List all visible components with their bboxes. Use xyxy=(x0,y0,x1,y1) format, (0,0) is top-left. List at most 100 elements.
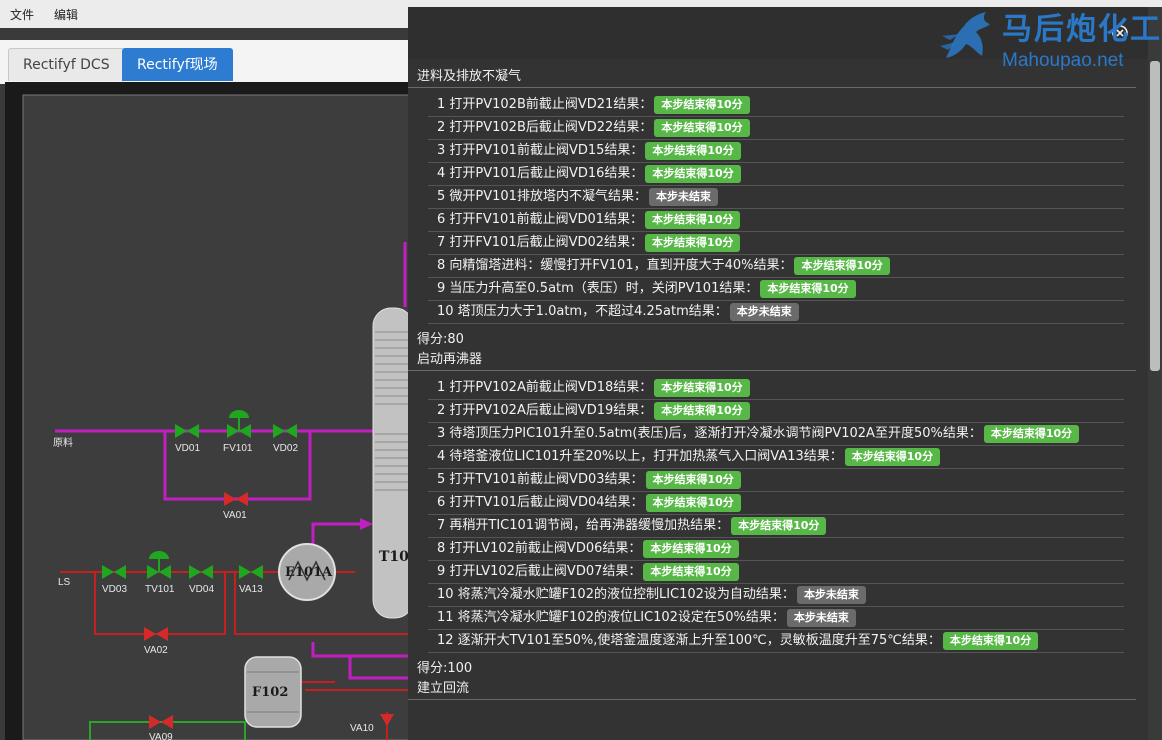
label-vd04: VD04 xyxy=(189,584,214,595)
step-text: 4 打开PV101后截止阀VD16结果： xyxy=(437,166,644,181)
tab-dcs[interactable]: Rectifyf DCS xyxy=(8,48,125,81)
step-text: 10 将蒸汽冷凝水贮罐F102的液位控制LIC102设为自动结果： xyxy=(437,587,795,602)
step-text: 2 打开PV102B后截止阀VD22结果： xyxy=(437,120,653,135)
step-text: 3 打开PV101前截止阀VD15结果： xyxy=(437,143,644,158)
status-badge-done: 本步结束得10分 xyxy=(654,95,750,114)
status-badge-done: 本步结束得10分 xyxy=(654,378,750,397)
menu-edit[interactable]: 编辑 xyxy=(54,6,78,23)
status-badge-done: 本步结束得10分 xyxy=(983,424,1080,443)
menu-file[interactable]: 文件 xyxy=(10,6,34,23)
step-row: 12 逐渐开大TV101至50%,使塔釜温度逐渐上升至100℃，灵敏板温度升至7… xyxy=(428,630,1124,653)
section-score: 得分:100 xyxy=(417,661,473,676)
horse-logo-icon xyxy=(940,12,990,58)
step-text: 9 当压力升高至0.5atm（表压）时，关闭PV101结果： xyxy=(437,281,759,296)
status-badge-pending: 本步未结束 xyxy=(648,187,718,206)
status-badge-pending: 本步未结束 xyxy=(729,302,799,321)
step-row: 8 打开LV102前截止阀VD06结果： 本步结束得10分 xyxy=(428,538,1124,561)
status-badge-done: 本步结束得10分 xyxy=(794,256,890,275)
status-badge-done: 本步结束得10分 xyxy=(645,141,741,160)
step-text: 4 待塔釜液位LIC101升至20%以上，打开加热蒸气入口阀VA13结果： xyxy=(437,449,843,464)
section-title: 建立回流 xyxy=(408,679,1136,700)
step-text: 5 微开PV101排放塔内不凝气结果： xyxy=(437,189,647,204)
step-row: 1 打开PV102B前截止阀VD21结果： 本步结束得10分 xyxy=(428,94,1124,117)
section-title: 启动再沸器 xyxy=(408,350,1136,371)
process-flow-svg: 原料 LS VD01 FV101 VD02 VA01 VD03 TV101 VD… xyxy=(22,94,410,740)
step-text: 7 打开FV101后截止阀VD02结果： xyxy=(437,235,644,250)
status-badge-done: 本步结束得10分 xyxy=(643,539,739,558)
step-text: 10 塔顶压力大于1.0atm，不超过4.25atm结果： xyxy=(437,304,728,319)
step-row: 9 打开LV102后截止阀VD07结果： 本步结束得10分 xyxy=(428,561,1124,584)
status-badge-done: 本步结束得10分 xyxy=(645,470,741,489)
label-va01: VA01 xyxy=(223,510,247,521)
step-text: 1 打开PV102A前截止阀VD18结果： xyxy=(437,380,653,395)
column-t101[interactable] xyxy=(372,307,410,619)
step-row: 6 打开TV101后截止阀VD04结果： 本步结束得10分 xyxy=(428,492,1124,515)
section-score: 得分:80 xyxy=(417,332,464,347)
step-text: 2 打开PV102A后截止阀VD19结果： xyxy=(437,403,653,418)
diagram-canvas xyxy=(22,94,410,740)
label-e101a: E101A xyxy=(285,565,333,580)
step-row: 6 打开FV101前截止阀VD01结果： 本步结束得10分 xyxy=(428,209,1124,232)
step-row: 11 将蒸汽冷凝水贮罐F102的液位LIC102设定在50%结果： 本步未结束 xyxy=(428,607,1124,630)
status-badge-done: 本步结束得10分 xyxy=(645,164,741,183)
status-badge-done: 本步结束得10分 xyxy=(731,516,827,535)
label-va09: VA09 xyxy=(149,732,173,740)
label-feed: 原料 xyxy=(53,436,73,449)
label-vd01: VD01 xyxy=(175,443,200,454)
status-badge-done: 本步结束得10分 xyxy=(645,233,741,252)
step-text: 11 将蒸汽冷凝水贮罐F102的液位LIC102设定在50%结果： xyxy=(437,610,785,625)
step-text: 3 待塔顶压力PIC101升至0.5atm(表压)后，逐渐打开冷凝水调节阀PV1… xyxy=(437,426,982,441)
step-row: 8 向精馏塔进料：缓慢打开FV101，直到开度大于40%结果： 本步结束得10分 xyxy=(428,255,1124,278)
label-va02: VA02 xyxy=(144,645,168,656)
status-badge-done: 本步结束得10分 xyxy=(645,493,741,512)
step-text: 6 打开FV101前截止阀VD01结果： xyxy=(437,212,644,227)
step-row: 2 打开PV102A后截止阀VD19结果： 本步结束得10分 xyxy=(428,400,1124,423)
status-badge-done: 本步结束得10分 xyxy=(844,447,941,466)
step-row: 5 打开TV101前截止阀VD03结果： 本步结束得10分 xyxy=(428,469,1124,492)
step-text: 1 打开PV102B前截止阀VD21结果： xyxy=(437,97,653,112)
label-f102: F102 xyxy=(252,685,288,700)
label-va10: VA10 xyxy=(350,723,374,734)
step-row: 4 待塔釜液位LIC101升至20%以上，打开加热蒸气入口阀VA13结果： 本步结… xyxy=(428,446,1124,469)
label-va13: VA13 xyxy=(239,584,263,595)
label-vd03: VD03 xyxy=(102,584,127,595)
step-text: 7 再稍开TIC101调节阀，给再沸器缓慢加热结果： xyxy=(437,518,730,533)
step-list: 1 打开PV102A前截止阀VD18结果： 本步结束得10分 2 打开PV102A后… xyxy=(408,371,1144,659)
step-row: 5 微开PV101排放塔内不凝气结果： 本步未结束 xyxy=(428,186,1124,209)
label-vd02: VD02 xyxy=(273,443,298,454)
step-row: 3 打开PV101前截止阀VD15结果： 本步结束得10分 xyxy=(428,140,1124,163)
step-row: 10 塔顶压力大于1.0atm，不超过4.25atm结果： 本步未结束 xyxy=(428,301,1124,324)
step-row: 3 待塔顶压力PIC101升至0.5atm(表压)后，逐渐打开冷凝水调节阀PV1… xyxy=(428,423,1124,446)
step-row: 2 打开PV102B后截止阀VD22结果： 本步结束得10分 xyxy=(428,117,1124,140)
step-text: 6 打开TV101后截止阀VD04结果： xyxy=(437,495,644,510)
label-fv101: FV101 xyxy=(223,443,253,454)
label-t101: T10 xyxy=(379,549,409,565)
process-diagram: 原料 LS VD01 FV101 VD02 VA01 VD03 TV101 VD… xyxy=(5,82,410,740)
step-row: 4 打开PV101后截止阀VD16结果： 本步结束得10分 xyxy=(428,163,1124,186)
label-ls: LS xyxy=(58,577,71,588)
status-badge-done: 本步结束得10分 xyxy=(645,210,741,229)
step-text: 12 逐渐开大TV101至50%,使塔釜温度逐渐上升至100℃，灵敏板温度升至7… xyxy=(437,633,941,648)
watermark-cn: 马后炮化工 xyxy=(1002,12,1162,47)
status-badge-done: 本步结束得10分 xyxy=(643,562,739,581)
step-list: 1 打开PV102B前截止阀VD21结果： 本步结束得10分 2 打开PV102B后… xyxy=(408,88,1144,330)
status-badge-done: 本步结束得10分 xyxy=(654,401,750,420)
status-badge-done: 本步结束得10分 xyxy=(942,631,1039,650)
score-panel: 进料及排放不凝气 1 打开PV102B前截止阀VD21结果： 本步结束得10分 2 打… xyxy=(408,7,1162,740)
status-badge-done: 本步结束得10分 xyxy=(760,279,856,298)
status-badge-done: 本步结束得10分 xyxy=(654,118,750,137)
watermark: 马后炮化工 Mahoupao.net xyxy=(936,2,1162,74)
step-row: 10 将蒸汽冷凝水贮罐F102的液位控制LIC102设为自动结果： 本步未结束 xyxy=(428,584,1124,607)
status-badge-pending: 本步未结束 xyxy=(796,585,866,604)
step-row: 9 当压力升高至0.5atm（表压）时，关闭PV101结果： 本步结束得10分 xyxy=(428,278,1124,301)
watermark-en: Mahoupao.net xyxy=(1002,50,1124,71)
step-row: 1 打开PV102A前截止阀VD18结果： 本步结束得10分 xyxy=(428,377,1124,400)
status-badge-pending: 本步未结束 xyxy=(786,608,856,627)
step-row: 7 打开FV101后截止阀VD02结果： 本步结束得10分 xyxy=(428,232,1124,255)
tab-strip: Rectifyf DCS Rectifyf现场 xyxy=(0,40,410,84)
tab-field[interactable]: Rectifyf现场 xyxy=(122,48,233,81)
step-row: 7 再稍开TIC101调节阀，给再沸器缓慢加热结果： 本步结束得10分 xyxy=(428,515,1124,538)
label-tv101: TV101 xyxy=(145,584,175,595)
scrollbar-thumb[interactable] xyxy=(1150,61,1160,371)
step-text: 9 打开LV102后截止阀VD07结果： xyxy=(437,564,642,579)
